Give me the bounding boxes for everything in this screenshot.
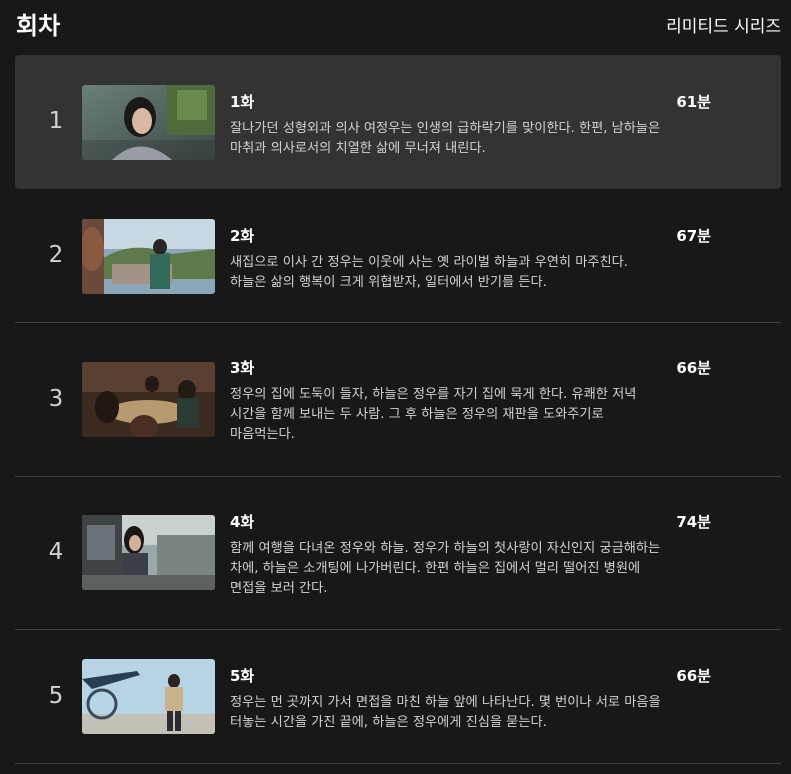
- episode-duration: 66분: [676, 359, 711, 377]
- episode-thumbnail[interactable]: [82, 219, 215, 294]
- episode-title: 4화: [230, 513, 255, 531]
- episode-description: 새집으로 이사 간 정우는 이웃에 사는 옛 라이벌 하늘과 우연히 마주친다.…: [230, 255, 628, 290]
- episode-description: 정우의 집에 도둑이 들자, 하늘은 정우를 자기 집에 묵게 한다. 유쾌한 …: [230, 387, 637, 442]
- episode-duration: 61분: [676, 93, 711, 111]
- episode-header: 회차 리미티드 시리즈: [0, 0, 791, 48]
- episode-title: 1화: [230, 93, 255, 111]
- episode-description: 함께 여행을 다녀온 정우와 하늘. 정우가 하늘의 첫사랑이 자신인지 궁금해…: [230, 541, 661, 596]
- episode-description: 정우는 먼 곳까지 가서 면접을 마친 하늘 앞에 나타난다. 몇 번이나 서로…: [230, 695, 661, 730]
- episode-1-still-image: [82, 85, 215, 160]
- series-type-label: 리미티드 시리즈: [666, 17, 781, 37]
- episode-thumbnail[interactable]: [82, 659, 215, 734]
- episode-duration: 74분: [676, 513, 711, 531]
- episode-description: 잘나가던 성형외과 의사 여정우는 인생의 급하락기를 맞이한다. 한편, 남하…: [230, 121, 661, 156]
- episode-2-still-image: [82, 219, 215, 294]
- episode-thumbnail[interactable]: [82, 362, 215, 437]
- episode-selector: 회차 리미티드 시리즈 1 1화 61분 잘나가던 성형외과 의사 여정우는 인…: [0, 0, 791, 774]
- episode-title: 3화: [230, 359, 255, 377]
- episode-5-still-image: [82, 659, 215, 734]
- section-title: 회차: [16, 12, 61, 40]
- episode-item-5[interactable]: 5 5화 66분 정우는 먼 곳까지 가서 면접을 마친 하늘 앞에 나타난다.…: [15, 630, 781, 764]
- episode-3-still-image: [82, 362, 215, 437]
- episode-item-3[interactable]: 3 3화 66분 정우의 집에 도둑이 들자, 하늘은 정우를 자기 집에 묵게…: [15, 323, 781, 477]
- episode-duration: 66분: [676, 667, 711, 685]
- episode-thumbnail[interactable]: [82, 85, 215, 160]
- episode-title: 5화: [230, 667, 255, 685]
- episode-item-1[interactable]: 1 1화 61분 잘나가던 성형외과 의사 여정우는 인생의 급하락기를 맞이한…: [15, 55, 781, 189]
- episode-item-2[interactable]: 2 2화 67분 새집으로 이사 간 정우는 이웃에 사는 옛 라이벌 하늘과 …: [15, 189, 781, 323]
- episode-duration: 67분: [676, 227, 711, 245]
- episode-item-4[interactable]: 4 4화 74분 함께 여행을 다녀온 정우와 하늘. 정우가 하늘의 첫사랑이…: [15, 477, 781, 630]
- episode-title: 2화: [230, 227, 255, 245]
- episode-4-still-image: [82, 515, 215, 590]
- episode-thumbnail[interactable]: [82, 515, 215, 590]
